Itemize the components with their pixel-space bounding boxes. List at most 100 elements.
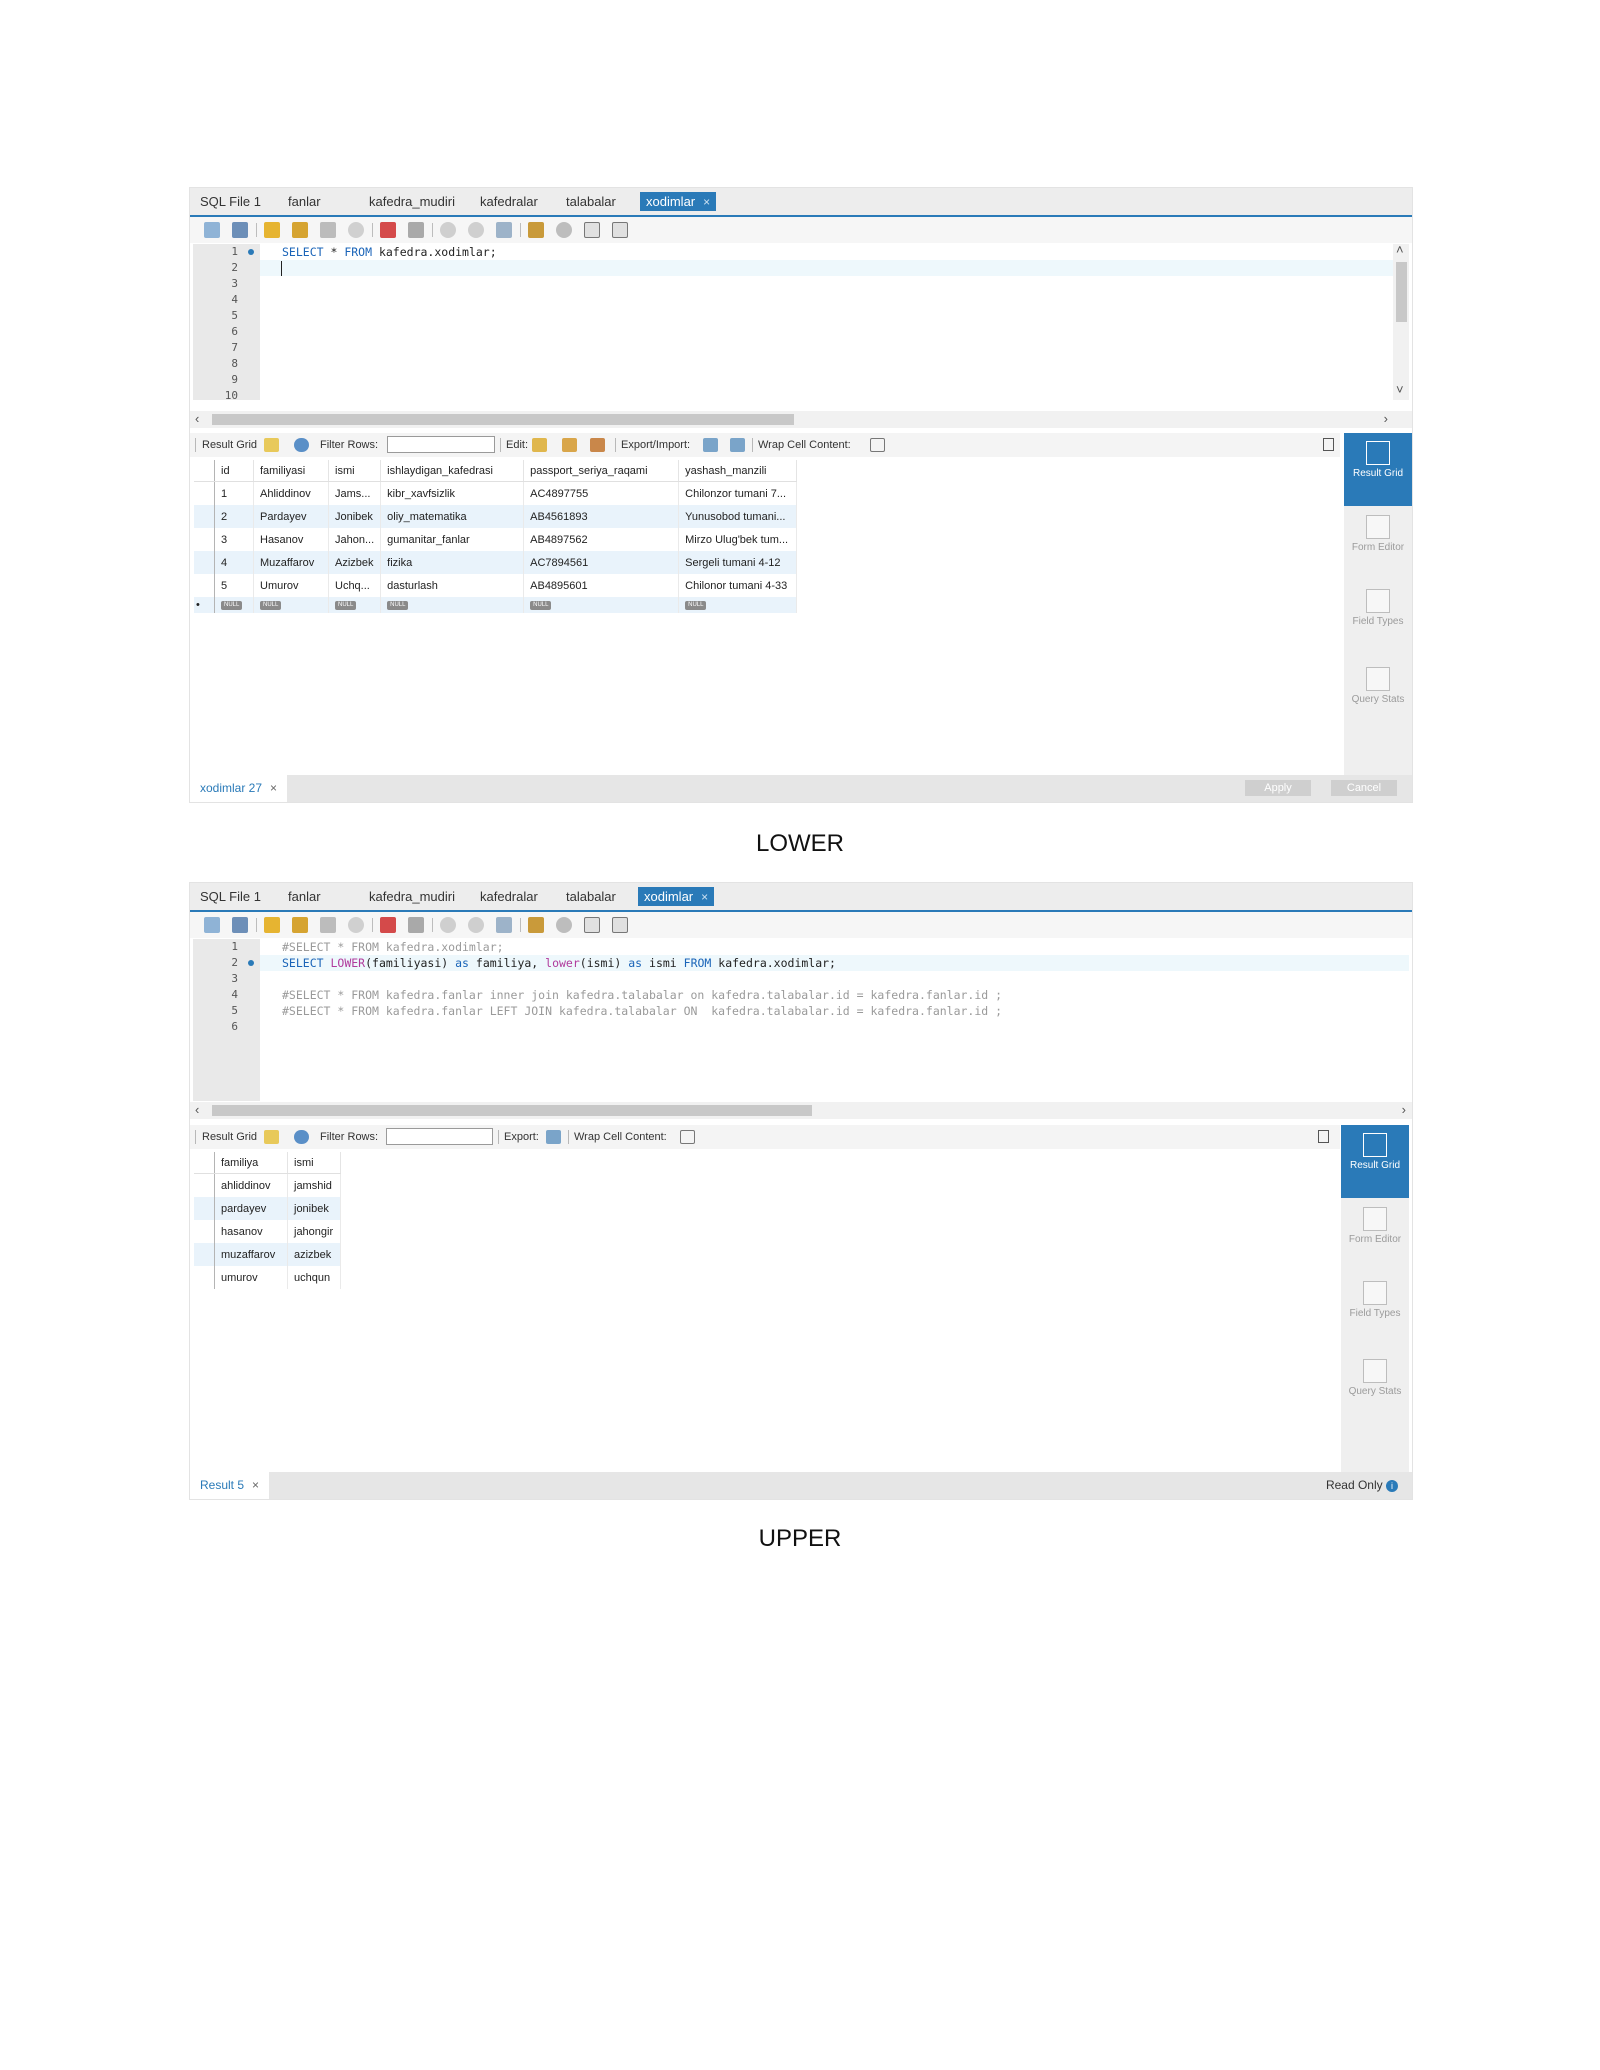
table-cell[interactable]: fizika [380, 551, 525, 574]
table-cell[interactable]: pardayev [214, 1197, 288, 1220]
table-cell[interactable]: Uchq... [328, 574, 382, 597]
table-cell[interactable]: Chilonzor tumani 7... [678, 481, 798, 505]
tab-sql-file-1[interactable]: SQL File 1 [194, 887, 267, 906]
table-row[interactable]: 5 Umurov Uchq... dasturlash AB4895601 Ch… [194, 574, 798, 597]
commit-icon[interactable] [440, 917, 456, 933]
result-tab-xodimlar[interactable]: xodimlar 27 × [190, 775, 288, 802]
scroll-thumb[interactable] [212, 1105, 812, 1116]
table-cell[interactable]: NULL [328, 597, 382, 613]
find-icon[interactable] [556, 917, 572, 933]
tab-sql-file-1[interactable]: SQL File 1 [194, 192, 267, 211]
tab-fanlar[interactable]: fanlar [282, 887, 327, 906]
wrap-lines-icon[interactable] [612, 917, 628, 933]
result-grid-label[interactable]: Result Grid [202, 439, 257, 451]
table-cell[interactable]: AB4561893 [523, 505, 680, 528]
scroll-right-icon[interactable]: › [1384, 411, 1388, 426]
table-cell[interactable]: Sergeli tumani 4-12 [678, 551, 798, 574]
table-row[interactable]: 1 Ahliddinov Jams... kibr_xavfsizlik AC4… [194, 481, 798, 505]
tab-kafedralar[interactable]: kafedralar [474, 887, 544, 906]
wrap-cell-icon[interactable] [680, 1130, 695, 1144]
column-header[interactable]: familiya [214, 1152, 288, 1174]
column-header[interactable]: ishlaydigan_kafedrasi [380, 460, 525, 482]
side-field-types[interactable]: Field Types [1344, 589, 1412, 627]
toggle-panel-icon[interactable] [1323, 438, 1334, 451]
table-cell[interactable]: NULL [214, 597, 254, 613]
result-grid-table[interactable]: id familiyasi ismi ishlaydigan_kafedrasi… [194, 460, 798, 613]
table-cell[interactable]: azizbek [287, 1243, 341, 1266]
table-cell[interactable]: AB4895601 [523, 574, 680, 597]
tab-xodimlar[interactable]: xodimlar × [640, 192, 717, 211]
table-cell[interactable]: ahliddinov [214, 1173, 288, 1197]
tab-xodimlar[interactable]: xodimlar × [638, 887, 715, 906]
table-cell[interactable]: 3 [214, 528, 254, 551]
side-result-grid[interactable]: Result Grid [1341, 1125, 1409, 1198]
execute-icon[interactable] [264, 917, 280, 933]
sql-editor[interactable]: 1 2 3 4 5 6 #SELECT * FROM kafedra.xodim… [193, 939, 1409, 1101]
scroll-left-icon[interactable]: ‹ [195, 1102, 199, 1117]
table-cell[interactable]: Mirzo Ulug'bek tum... [678, 528, 798, 551]
close-icon[interactable]: × [701, 890, 708, 904]
add-row-icon[interactable] [562, 438, 577, 452]
side-result-grid[interactable]: Result Grid [1344, 433, 1412, 506]
tab-kafedralar[interactable]: kafedralar [474, 192, 544, 211]
table-cell[interactable]: jamshid [287, 1173, 341, 1197]
column-header[interactable]: passport_seriya_raqami [523, 460, 680, 482]
table-cell[interactable]: Umurov [253, 574, 329, 597]
grid-view-icon[interactable] [264, 438, 279, 452]
refresh-icon[interactable] [294, 438, 309, 452]
wrap-lines-icon[interactable] [612, 222, 628, 238]
sql-editor[interactable]: 1 2 3 4 5 6 7 8 9 10 SELECT * FROM kafed… [193, 242, 1409, 402]
table-cell[interactable]: hasanov [214, 1220, 288, 1243]
import-icon[interactable] [730, 438, 745, 452]
table-cell[interactable]: 5 [214, 574, 254, 597]
close-icon[interactable]: × [252, 1478, 259, 1492]
table-row[interactable]: 4 Muzaffarov Azizbek fizika AC7894561 Se… [194, 551, 798, 574]
close-icon[interactable]: × [270, 781, 277, 795]
side-form-editor[interactable]: Form Editor [1341, 1207, 1409, 1245]
table-cell[interactable]: Jams... [328, 481, 382, 505]
beautify-icon[interactable] [528, 917, 544, 933]
limit-rows-icon[interactable] [408, 917, 424, 933]
table-cell[interactable]: NULL [253, 597, 329, 613]
filter-rows-input[interactable] [387, 436, 495, 453]
open-folder-icon[interactable] [204, 222, 220, 238]
table-cell[interactable]: 2 [214, 505, 254, 528]
limit-rows-icon[interactable] [408, 222, 424, 238]
table-cell[interactable]: AC7894561 [523, 551, 680, 574]
result-tab-result-5[interactable]: Result 5 × [190, 1472, 270, 1499]
table-cell[interactable]: umurov [214, 1266, 288, 1289]
table-row[interactable]: muzaffarov azizbek [194, 1243, 341, 1266]
editor-horizontal-scrollbar[interactable]: ‹ › [190, 1102, 1412, 1119]
cancel-button[interactable]: Cancel [1331, 780, 1397, 796]
toggle-panel-icon[interactable] [1318, 1130, 1329, 1143]
result-grid-label[interactable]: Result Grid [202, 1131, 257, 1143]
autocommit-icon[interactable] [496, 222, 512, 238]
table-cell[interactable]: NULL [523, 597, 680, 613]
close-icon[interactable]: × [703, 195, 710, 209]
table-row[interactable]: umurov uchqun [194, 1266, 341, 1289]
table-cell[interactable]: jonibek [287, 1197, 341, 1220]
scroll-thumb[interactable] [1396, 262, 1407, 322]
scroll-up-icon[interactable]: ˄ [1396, 242, 1404, 257]
tab-fanlar[interactable]: fanlar [282, 192, 327, 211]
table-cell[interactable]: Azizbek [328, 551, 382, 574]
side-query-stats[interactable]: Query Stats [1341, 1359, 1409, 1397]
table-cell[interactable]: muzaffarov [214, 1243, 288, 1266]
editor-vertical-scrollbar[interactable]: ˄ ˅ [1393, 242, 1409, 400]
table-row[interactable]: ahliddinov jamshid [194, 1173, 341, 1197]
scroll-right-icon[interactable]: › [1402, 1102, 1406, 1117]
table-cell[interactable]: dasturlash [380, 574, 525, 597]
table-cell[interactable]: uchqun [287, 1266, 341, 1289]
execute-icon[interactable] [264, 222, 280, 238]
refresh-icon[interactable] [294, 1130, 309, 1144]
column-header[interactable]: id [214, 460, 254, 482]
tab-kafedra-mudiri[interactable]: kafedra_mudiri [363, 192, 461, 211]
save-icon[interactable] [232, 222, 248, 238]
side-field-types[interactable]: Field Types [1341, 1281, 1409, 1319]
table-cell[interactable]: Pardayev [253, 505, 329, 528]
explain-icon[interactable] [320, 917, 336, 933]
table-cell[interactable]: kibr_xavfsizlik [380, 481, 525, 505]
side-query-stats[interactable]: Query Stats [1344, 667, 1412, 705]
scroll-left-icon[interactable]: ‹ [195, 411, 199, 426]
filter-rows-input[interactable] [386, 1128, 493, 1145]
